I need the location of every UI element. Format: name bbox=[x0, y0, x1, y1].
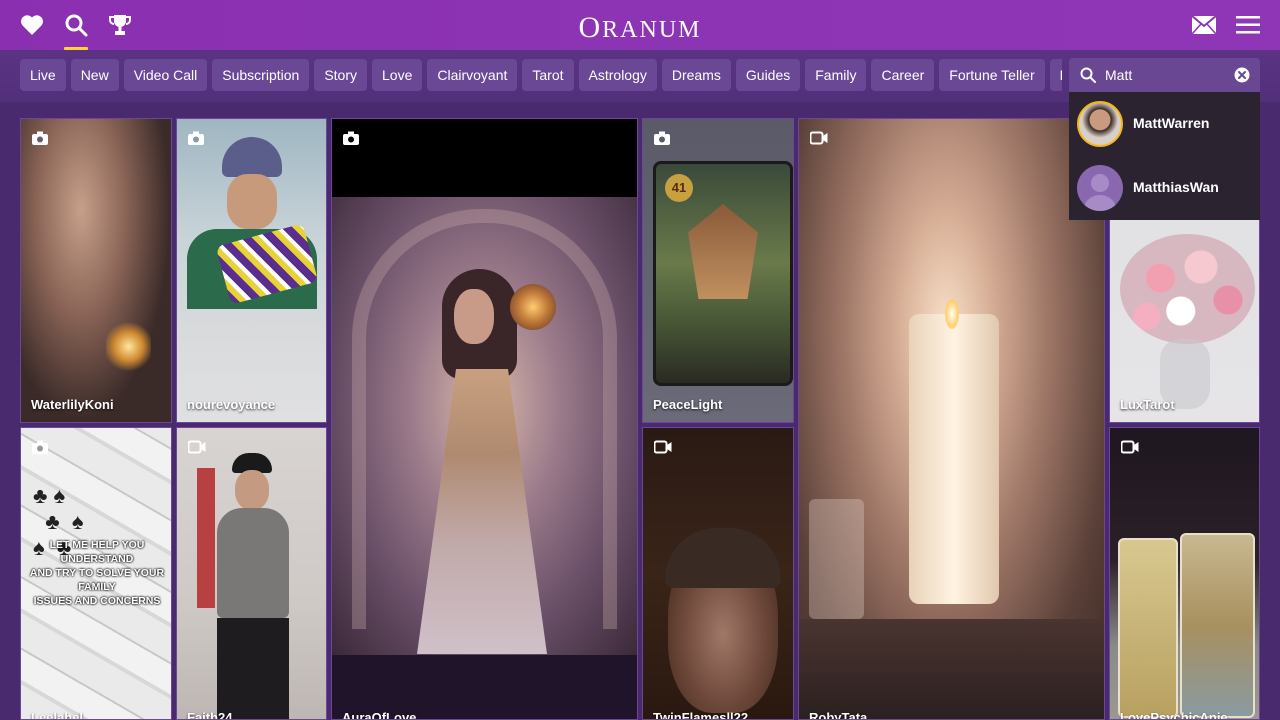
performer-tile[interactable]: LovePsychicAnie bbox=[1109, 427, 1260, 720]
suggestion-name: MattWarren bbox=[1133, 115, 1210, 131]
camera-icon bbox=[343, 131, 359, 150]
oranum-logo[interactable]: ORANUM bbox=[0, 11, 1280, 45]
performer-tile[interactable]: 41 PeaceLight bbox=[642, 118, 794, 423]
camera-icon bbox=[32, 131, 48, 150]
performer-tile[interactable]: Faith24 bbox=[176, 427, 327, 720]
category-subscription[interactable]: Subscription bbox=[212, 59, 310, 91]
tarot-card-left bbox=[1118, 538, 1178, 718]
performer-tile-featured[interactable]: RobyTata bbox=[798, 118, 1105, 720]
category-story[interactable]: Story bbox=[314, 59, 367, 91]
performer-name: RobyTata bbox=[809, 710, 868, 720]
avatar bbox=[1077, 101, 1123, 147]
avatar-placeholder bbox=[1077, 165, 1123, 211]
suggestion-name: MatthiasWan bbox=[1133, 179, 1219, 195]
performer-tile[interactable]: nourevoyance bbox=[176, 118, 327, 423]
glass-shape bbox=[809, 499, 864, 619]
camera-icon bbox=[654, 131, 670, 150]
performer-tile[interactable]: TwinFlamesll22 bbox=[642, 427, 794, 720]
performer-name: AuraOfLove bbox=[342, 710, 417, 720]
category-family[interactable]: Family bbox=[805, 59, 867, 91]
top-bar: ORANUM bbox=[0, 0, 1280, 50]
performer-tile[interactable]: ♣ ♠ ♣ ♠ ♠ ♣ LET ME HELP YOU UNDERSTAND AN… bbox=[20, 427, 172, 720]
crystal-orb bbox=[510, 284, 556, 330]
category-guides[interactable]: Guides bbox=[735, 59, 801, 91]
category-dreams[interactable]: Dreams bbox=[661, 59, 731, 91]
face-shape bbox=[235, 470, 269, 510]
category-new[interactable]: New bbox=[70, 59, 119, 91]
category-fortune-teller[interactable]: Fortune Teller bbox=[939, 59, 1045, 91]
camera-icon bbox=[32, 440, 48, 459]
clear-search-icon[interactable] bbox=[1234, 67, 1250, 88]
performer-name: LuxTarot bbox=[1120, 397, 1175, 412]
performer-tile[interactable]: WaterlilyKoni bbox=[20, 118, 172, 423]
tarot-card-right bbox=[1180, 533, 1255, 718]
search-box bbox=[1069, 58, 1260, 92]
video-icon bbox=[1120, 440, 1139, 459]
candle-jar bbox=[909, 314, 999, 604]
card-number-badge: 41 bbox=[665, 174, 693, 202]
performer-name: Faith24 bbox=[187, 710, 233, 720]
performer-name: Leelahel bbox=[31, 710, 84, 720]
suggestion-item[interactable]: MatthiasWan bbox=[1069, 156, 1260, 220]
hamburger-menu-icon bbox=[1236, 16, 1260, 34]
performer-name: WaterlilyKoni bbox=[31, 397, 114, 412]
video-icon bbox=[187, 440, 206, 459]
category-health[interactable]: Health bbox=[1049, 59, 1062, 91]
category-career[interactable]: Career bbox=[871, 59, 935, 91]
candle-glow bbox=[106, 319, 151, 374]
roses-bouquet bbox=[1120, 234, 1255, 344]
tile-thumbnail bbox=[21, 119, 171, 422]
search-icon bbox=[1080, 67, 1096, 88]
performer-tile-featured[interactable]: AuraOfLove bbox=[331, 118, 638, 720]
category-video-call[interactable]: Video Call bbox=[123, 59, 208, 91]
camera-icon bbox=[188, 131, 204, 150]
search-suggestions: MattWarren MatthiasWan bbox=[1069, 92, 1260, 220]
shirt-shape bbox=[217, 508, 289, 618]
category-tarot[interactable]: Tarot bbox=[522, 59, 574, 91]
messages-button[interactable] bbox=[1182, 0, 1226, 50]
category-list: Live New Video Call Subscription Story Love Cl… bbox=[20, 59, 1062, 93]
category-live[interactable]: Live bbox=[20, 59, 66, 91]
category-astrology[interactable]: Astrology bbox=[578, 59, 657, 91]
table-surface bbox=[799, 619, 1104, 719]
category-love[interactable]: Love bbox=[372, 59, 423, 91]
face-shape bbox=[454, 289, 494, 344]
performer-name: PeaceLight bbox=[653, 397, 723, 412]
suggestion-item[interactable]: MattWarren bbox=[1069, 92, 1260, 156]
envelope-icon bbox=[1192, 16, 1216, 34]
menu-button[interactable] bbox=[1226, 0, 1270, 50]
video-icon bbox=[653, 440, 672, 459]
search-input[interactable] bbox=[1105, 58, 1225, 92]
wall-panel bbox=[197, 468, 215, 608]
leggings-shape bbox=[217, 618, 289, 719]
performer-name: nourevoyance bbox=[187, 397, 276, 412]
face-shape bbox=[227, 174, 277, 229]
candle-flame bbox=[945, 299, 959, 329]
category-clairvoyant[interactable]: Clairvoyant bbox=[427, 59, 518, 91]
performer-name: TwinFlamesll22 bbox=[653, 710, 749, 720]
tile-caption: LET ME HELP YOU UNDERSTAND AND TRY TO SO… bbox=[29, 539, 165, 607]
performer-name: LovePsychicAnie bbox=[1120, 710, 1228, 720]
video-icon bbox=[809, 131, 828, 150]
